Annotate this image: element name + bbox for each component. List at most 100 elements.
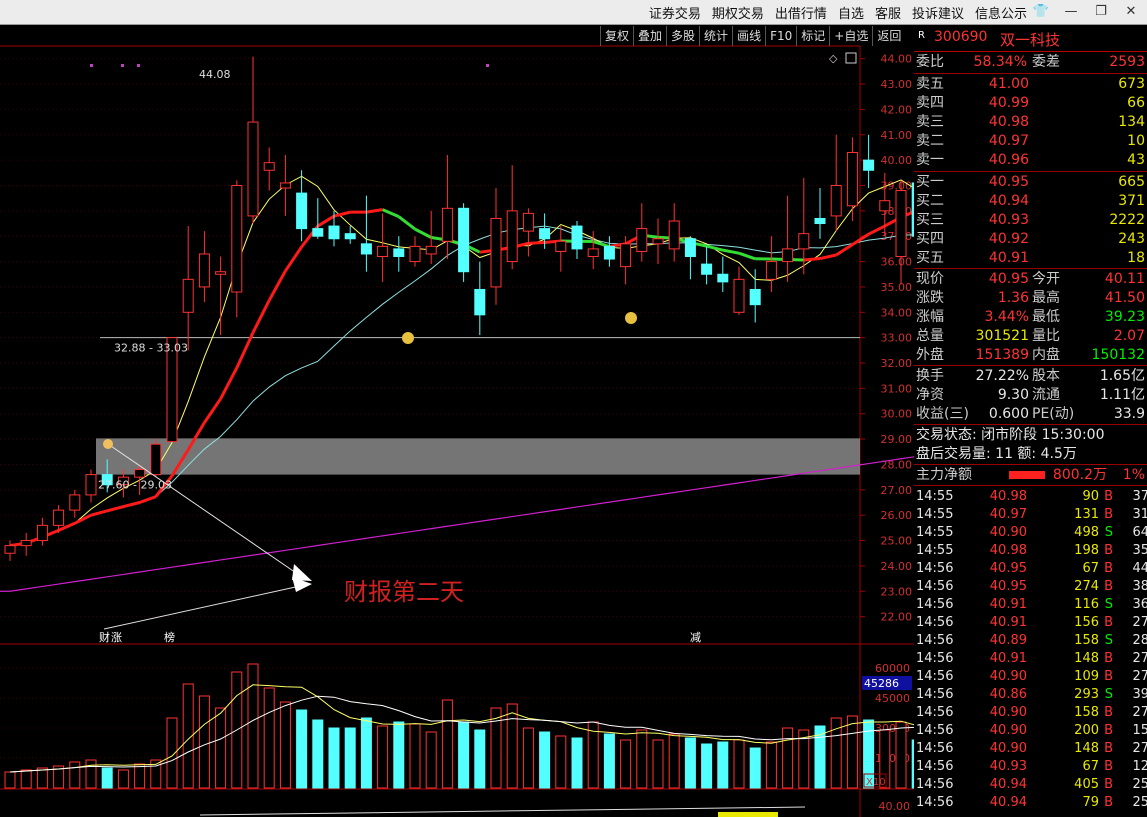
candle-body[interactable] [409, 245, 421, 263]
candle-body[interactable] [247, 121, 259, 217]
toolbar-button-7[interactable]: +自选 [829, 26, 872, 46]
candle-body[interactable] [279, 182, 291, 189]
candle-body[interactable] [393, 248, 405, 258]
volume-bar[interactable] [765, 741, 777, 789]
candle-body[interactable] [668, 220, 680, 250]
candle-body[interactable] [749, 288, 761, 306]
kline-chart[interactable]: 44.0043.0042.0041.0040.0039.0038.0037.00… [0, 26, 914, 817]
volume-bar[interactable] [4, 771, 16, 789]
candle-body[interactable] [733, 278, 745, 313]
shirt-icon[interactable]: 👕 [1031, 3, 1051, 21]
candle-body[interactable] [895, 190, 907, 258]
candle-body[interactable] [85, 474, 97, 496]
candle-body[interactable] [150, 443, 162, 476]
toolbar-button-2[interactable]: 多股 [666, 26, 699, 46]
candle-body[interactable] [296, 192, 308, 230]
candle-body[interactable] [765, 261, 777, 280]
toolbar-button-0[interactable]: 复权 [600, 26, 633, 46]
candle-body[interactable] [69, 494, 81, 511]
event-marker-1[interactable]: 涨 [111, 631, 122, 644]
volume-bar[interactable] [620, 739, 632, 789]
volume-bar[interactable] [134, 763, 146, 789]
volume-bar[interactable] [20, 769, 32, 789]
volume-bar[interactable] [312, 719, 324, 789]
menu-item-1[interactable]: 期权交易 [712, 3, 764, 22]
menu-item-5[interactable]: 投诉建议 [912, 3, 964, 22]
menu-item-6[interactable]: 信息公示 [975, 3, 1027, 22]
candle-body[interactable] [587, 248, 599, 258]
volume-bar[interactable] [215, 707, 227, 789]
menu-item-2[interactable]: 出借行情 [775, 3, 827, 22]
candle-body[interactable] [701, 263, 713, 275]
candle-body[interactable] [4, 545, 16, 554]
candle-body[interactable] [377, 245, 389, 258]
candle-body[interactable] [441, 207, 453, 242]
candle-body[interactable] [490, 217, 502, 288]
candle-body[interactable] [603, 245, 615, 260]
volume-bar[interactable] [360, 717, 372, 789]
volume-bar[interactable] [458, 721, 470, 789]
volume-bar[interactable] [393, 721, 405, 789]
candle-body[interactable] [474, 288, 486, 316]
candle-body[interactable] [215, 271, 227, 275]
candle-body[interactable] [458, 207, 470, 273]
volume-bar[interactable] [425, 731, 437, 789]
menu-item-4[interactable]: 客服 [875, 3, 901, 22]
volume-bar[interactable] [36, 767, 48, 789]
money-bag-icon[interactable] [625, 312, 637, 324]
volume-bar[interactable] [506, 703, 518, 789]
event-marker-0[interactable]: 财 [99, 630, 110, 644]
candle-body[interactable] [506, 210, 518, 263]
volume-bar[interactable] [603, 733, 615, 789]
candle-body[interactable] [425, 245, 437, 255]
volume-bar[interactable] [555, 735, 567, 789]
volume-bar[interactable] [377, 725, 389, 789]
diamond-icon[interactable]: ◇ [829, 52, 838, 65]
candle-body[interactable] [782, 248, 794, 263]
volume-bar[interactable] [846, 715, 858, 789]
toolbar-button-3[interactable]: 统计 [699, 26, 732, 46]
candle-body[interactable] [555, 240, 567, 252]
minimize-icon[interactable]: — [1061, 3, 1081, 21]
volume-bar[interactable] [198, 695, 210, 789]
stock-name[interactable]: 双一科技 [1000, 29, 1060, 50]
candle-body[interactable] [879, 200, 891, 212]
candle-body[interactable] [182, 278, 194, 313]
volume-bar[interactable] [522, 727, 534, 789]
close-icon[interactable]: ✕ [1121, 3, 1141, 21]
candle-body[interactable] [539, 228, 551, 240]
candle-body[interactable] [863, 159, 875, 171]
volume-bar[interactable] [101, 767, 113, 789]
volume-bar[interactable] [117, 769, 129, 789]
volume-bar[interactable] [69, 761, 81, 789]
volume-bar[interactable] [684, 737, 696, 789]
volume-bar[interactable] [701, 743, 713, 789]
candle-body[interactable] [620, 243, 632, 268]
volume-bar[interactable] [409, 723, 421, 789]
volume-bar[interactable] [263, 687, 275, 789]
candle-body[interactable] [312, 228, 324, 237]
volume-bar[interactable] [782, 727, 794, 789]
toolbar-button-6[interactable]: 标记 [796, 26, 829, 46]
toolbar-button-1[interactable]: 叠加 [633, 26, 666, 46]
candle-body[interactable] [830, 184, 842, 217]
volume-bar[interactable] [539, 731, 551, 789]
toolbar-button-5[interactable]: F10 [765, 26, 796, 46]
restore-icon[interactable]: ❐ [1091, 3, 1111, 21]
menu-item-0[interactable]: 证券交易 [649, 3, 701, 22]
candle-body[interactable] [814, 217, 826, 225]
volume-bar[interactable] [344, 727, 356, 789]
candle-body[interactable] [522, 212, 534, 232]
volume-bar[interactable] [571, 737, 583, 789]
candle-body[interactable] [231, 184, 243, 293]
candle-body[interactable] [198, 253, 210, 288]
event-marker-2[interactable]: 榜 [164, 630, 175, 644]
volume-bar[interactable] [247, 663, 259, 789]
volume-bar[interactable] [895, 721, 907, 789]
volume-bar[interactable] [328, 727, 340, 789]
volume-bar[interactable] [85, 759, 97, 789]
candle-body[interactable] [798, 233, 810, 250]
volume-bar[interactable] [296, 709, 308, 789]
volume-bar[interactable] [474, 729, 486, 789]
candle-body[interactable] [652, 238, 664, 245]
